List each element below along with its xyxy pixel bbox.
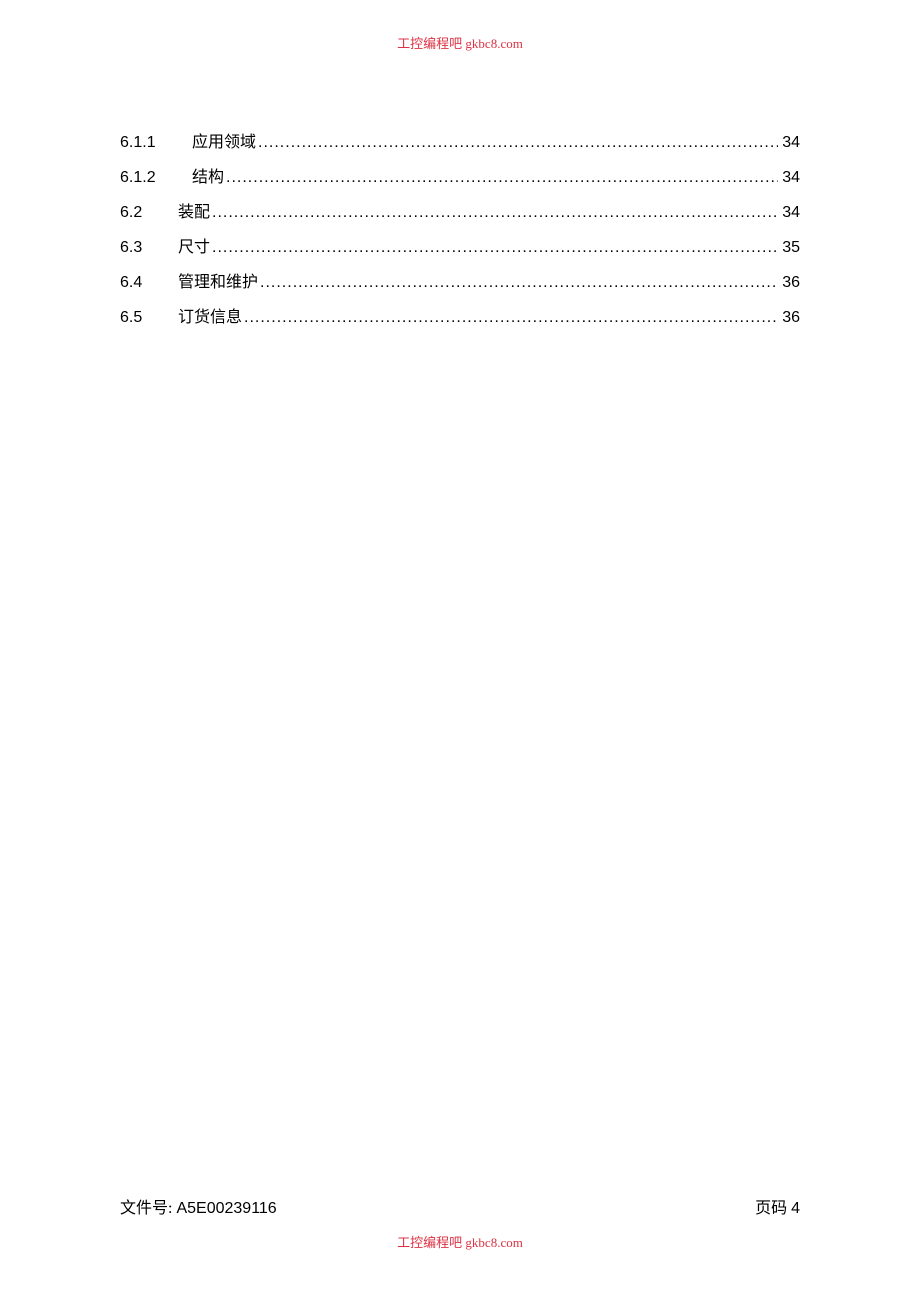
header-watermark: 工控编程吧 gkbc8.com — [0, 33, 920, 52]
toc-entry: 6.1.1 应用领域 .............................… — [120, 128, 800, 152]
toc-leader-dots: ........................................… — [210, 239, 778, 257]
toc-section-number: 6.1.1 — [120, 134, 192, 152]
page-label: 页码 — [755, 1200, 791, 1217]
toc-section-title: 应用领域 — [192, 128, 256, 152]
toc-entry: 6.1.2 结构 ...............................… — [120, 163, 800, 187]
toc-leader-dots: ........................................… — [210, 204, 778, 222]
toc-section-title: 订货信息 — [178, 303, 242, 327]
toc-section-title: 结构 — [192, 163, 224, 187]
footer-watermark: 工控编程吧 gkbc8.com — [0, 1232, 920, 1251]
toc-page-number: 34 — [778, 134, 800, 152]
toc-section-number: 6.5 — [120, 309, 178, 327]
footer-page-number: 页码 4 — [755, 1194, 800, 1218]
toc-content: 6.1.1 应用领域 .............................… — [120, 128, 800, 338]
file-number-value: A5E00239116 — [176, 1200, 276, 1217]
page-number-value: 4 — [791, 1200, 800, 1217]
footer-file-number: 文件号: A5E00239116 — [120, 1194, 277, 1218]
toc-entry: 6.4 管理和维护 ..............................… — [120, 268, 800, 292]
toc-section-number: 6.2 — [120, 204, 178, 222]
toc-section-title: 尺寸 — [178, 233, 210, 257]
file-label: 文件号: — [120, 1200, 176, 1217]
toc-leader-dots: ........................................… — [256, 134, 778, 152]
toc-section-number: 6.4 — [120, 274, 178, 292]
toc-entry: 6.2 装配 .................................… — [120, 198, 800, 222]
toc-entry: 6.3 尺寸 .................................… — [120, 233, 800, 257]
toc-section-number: 6.1.2 — [120, 169, 192, 187]
toc-page-number: 34 — [778, 169, 800, 187]
toc-page-number: 36 — [778, 274, 800, 292]
toc-leader-dots: ........................................… — [242, 309, 778, 327]
toc-page-number: 34 — [778, 204, 800, 222]
toc-page-number: 36 — [778, 309, 800, 327]
toc-entry: 6.5 订货信息 ...............................… — [120, 303, 800, 327]
page-footer: 文件号: A5E00239116 页码 4 — [120, 1194, 800, 1218]
toc-section-number: 6.3 — [120, 239, 178, 257]
toc-section-title: 管理和维护 — [178, 268, 258, 292]
toc-section-title: 装配 — [178, 198, 210, 222]
toc-leader-dots: ........................................… — [258, 274, 778, 292]
toc-page-number: 35 — [778, 239, 800, 257]
toc-leader-dots: ........................................… — [224, 169, 778, 187]
